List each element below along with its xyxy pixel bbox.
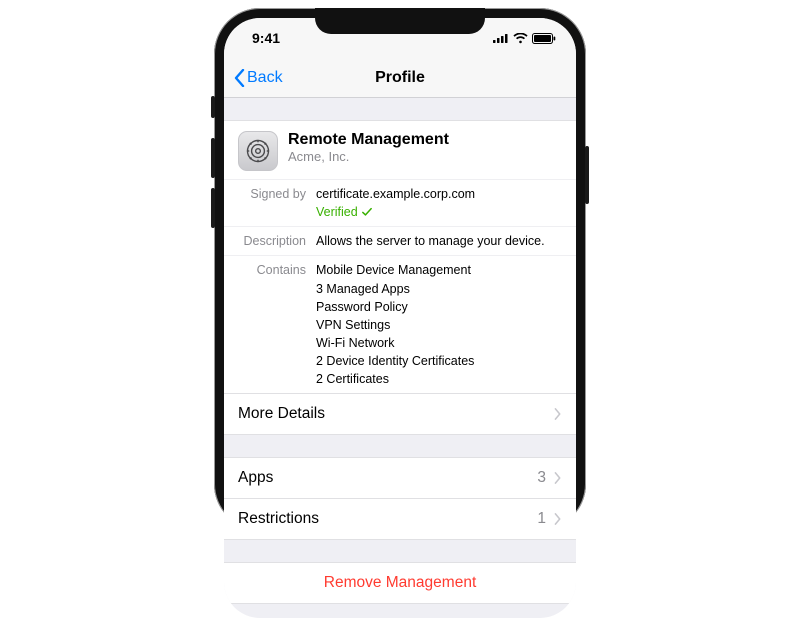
clock: 9:41 xyxy=(252,30,280,46)
remove-management-label: Remove Management xyxy=(238,574,562,592)
restrictions-row[interactable]: Restrictions 1 xyxy=(224,499,576,540)
chevron-right-icon xyxy=(554,408,562,420)
apps-label: Apps xyxy=(238,469,273,487)
restrictions-label: Restrictions xyxy=(238,510,319,528)
verified-badge: Verified xyxy=(316,203,372,221)
contains-label: Contains xyxy=(238,261,306,388)
checkmark-icon xyxy=(362,207,372,217)
contains-item: Mobile Device Management xyxy=(316,261,474,279)
settings-gear-icon xyxy=(238,131,278,171)
profile-name: Remote Management xyxy=(288,131,449,149)
volume-up-button xyxy=(211,138,215,178)
description-value: Allows the server to manage your device. xyxy=(316,232,545,250)
screen: 9:41 Back Profile Remote Management xyxy=(224,18,576,618)
description-row: Description Allows the server to manage … xyxy=(224,226,576,255)
chevron-left-icon xyxy=(234,69,245,87)
contains-row: Contains Mobile Device Management 3 Mana… xyxy=(224,255,576,393)
back-label: Back xyxy=(247,69,283,87)
restrictions-count: 1 xyxy=(537,510,546,528)
status-icons xyxy=(493,33,556,44)
verified-label: Verified xyxy=(316,203,358,221)
mute-switch xyxy=(211,96,215,118)
contains-item: Password Policy xyxy=(316,298,474,316)
profile-header: Remote Management Acme, Inc. xyxy=(224,121,576,179)
contains-item: 2 Device Identity Certificates xyxy=(316,352,474,370)
description-label: Description xyxy=(238,232,306,250)
contains-item: 3 Managed Apps xyxy=(316,280,474,298)
contains-item: Wi-Fi Network xyxy=(316,334,474,352)
notch xyxy=(315,8,485,34)
battery-icon xyxy=(532,33,556,44)
cellular-icon xyxy=(493,33,509,43)
contains-item: 2 Certificates xyxy=(316,370,474,388)
chevron-right-icon xyxy=(554,513,562,525)
chevron-right-icon xyxy=(554,472,562,484)
apps-count: 3 xyxy=(537,469,546,487)
profile-card: Remote Management Acme, Inc. Signed by c… xyxy=(224,120,576,394)
remove-management-button[interactable]: Remove Management xyxy=(224,562,576,604)
phone-frame: 9:41 Back Profile Remote Management xyxy=(214,8,586,530)
contains-list: Mobile Device Management 3 Managed Apps … xyxy=(316,261,474,388)
more-details-label: More Details xyxy=(238,405,325,423)
apps-row[interactable]: Apps 3 xyxy=(224,457,576,499)
wifi-icon xyxy=(513,33,528,44)
nav-bar: Back Profile xyxy=(224,58,576,98)
signed-by-row: Signed by certificate.example.corp.com V… xyxy=(224,179,576,226)
signed-by-label: Signed by xyxy=(238,185,306,221)
power-button xyxy=(585,146,589,204)
signed-by-value: certificate.example.corp.com xyxy=(316,185,475,203)
contains-item: VPN Settings xyxy=(316,316,474,334)
more-details-row[interactable]: More Details xyxy=(224,394,576,435)
volume-down-button xyxy=(211,188,215,228)
profile-org: Acme, Inc. xyxy=(288,149,449,164)
back-button[interactable]: Back xyxy=(234,69,283,87)
